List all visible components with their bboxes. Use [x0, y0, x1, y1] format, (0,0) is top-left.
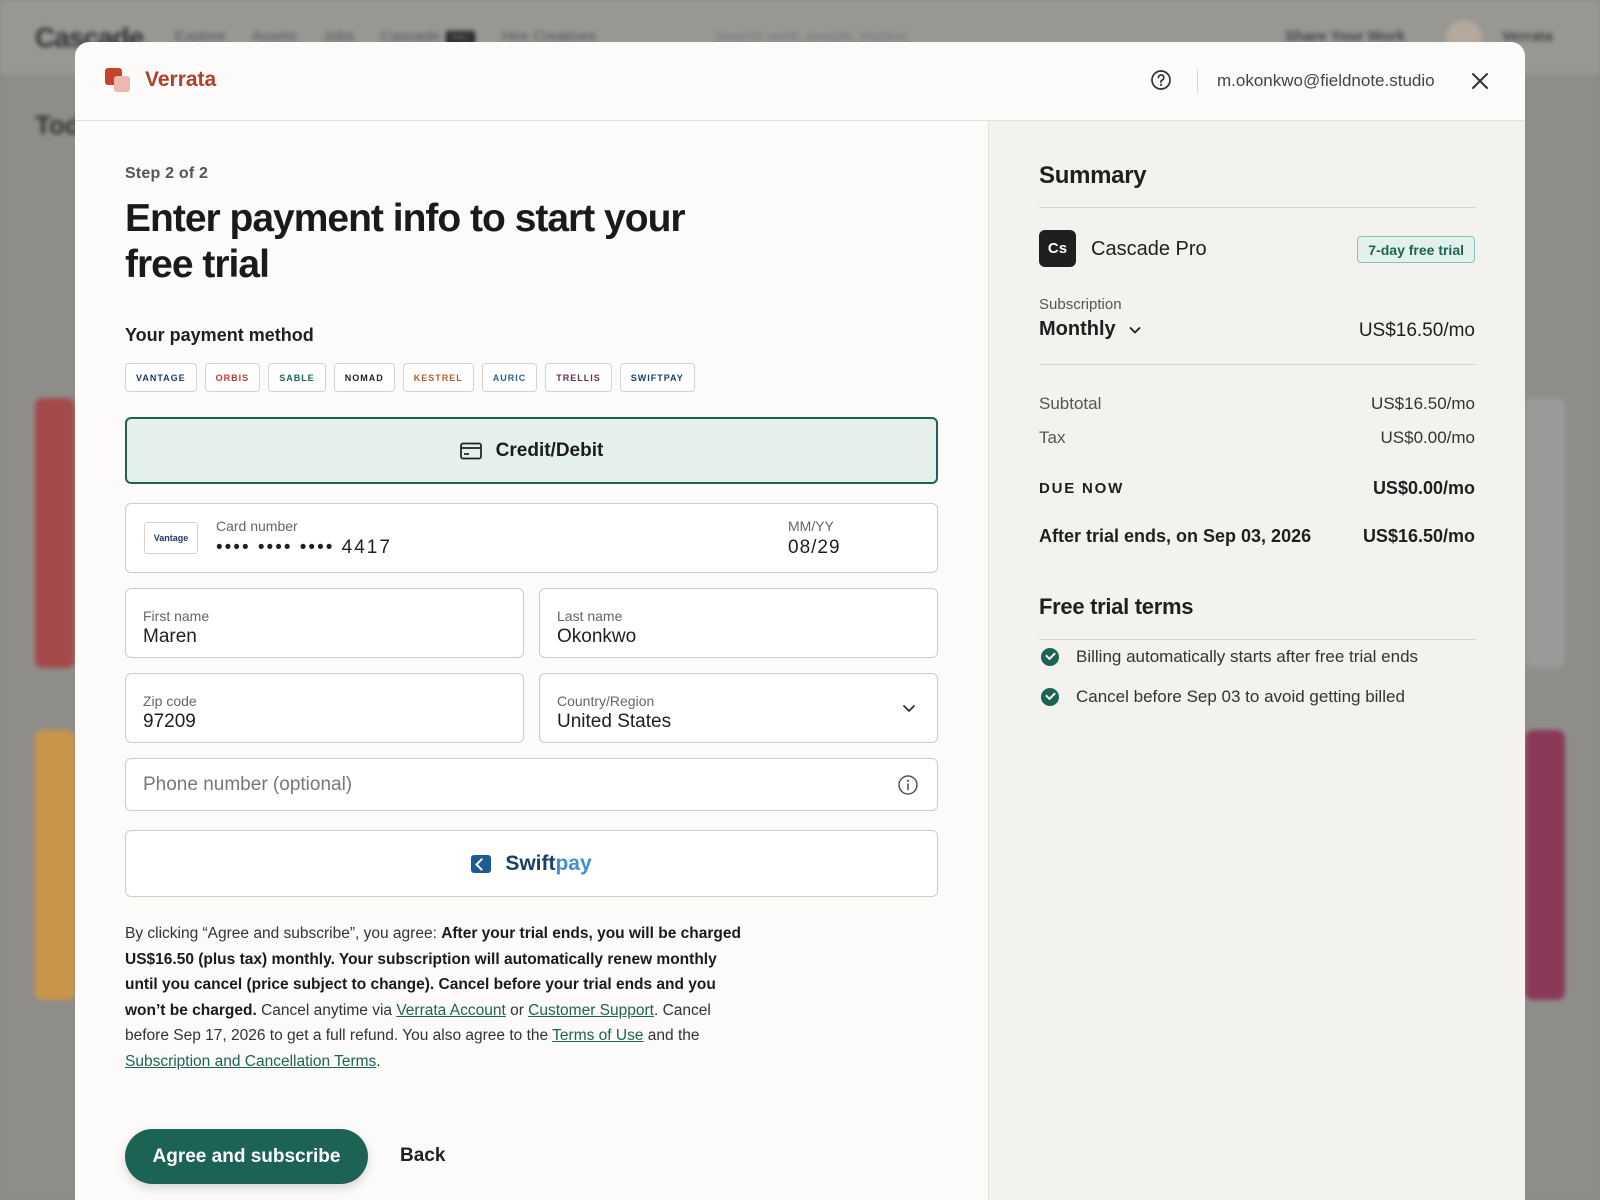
subscription-terms-link[interactable]: Subscription and Cancellation Terms [125, 1053, 376, 1070]
account-email: m.okonkwo@fieldnote.studio [1217, 71, 1435, 90]
summary-divider [1039, 364, 1476, 365]
due-now-label: DUE NOW [1039, 480, 1125, 497]
brand-name: Verrata [145, 68, 217, 91]
chevron-down-icon [903, 705, 915, 712]
zip-code-value: 97209 [143, 711, 196, 732]
subtotal-label: Subtotal [1039, 394, 1102, 413]
back-button[interactable]: Back [400, 1145, 445, 1167]
summary-title: Summary [1039, 162, 1147, 189]
card-brand-logo: NOMAD [333, 363, 395, 392]
background-card [1525, 730, 1565, 1000]
background-card [35, 730, 75, 1000]
phone-number-field[interactable]: Phone number (optional) [125, 758, 938, 811]
card-brand-logo: KESTREL [402, 363, 474, 392]
background-card [1525, 398, 1565, 668]
country-region-label: Country/Region [557, 693, 655, 709]
last-name-label: Last name [557, 608, 623, 624]
first-name-field[interactable]: First name Maren [125, 588, 524, 658]
product-name: Cascade Pro [1091, 238, 1207, 260]
trial-badge: 7-day free trial [1357, 236, 1475, 263]
swiftpay-wordmark: Swiftpay [505, 851, 592, 875]
subscription-select[interactable]: Monthly [1039, 318, 1142, 341]
verrata-account-link[interactable]: Verrata Account [396, 1002, 505, 1019]
due-now-value: US$0.00/mo [1372, 478, 1475, 498]
subscription-price: US$16.50/mo [1358, 320, 1475, 341]
summary-divider [1039, 207, 1476, 208]
card-number-label: Card number [216, 518, 298, 534]
brand: Verrata [105, 68, 216, 92]
free-trial-terms-title: Free trial terms [1039, 594, 1194, 619]
chevron-down-icon [1129, 326, 1141, 333]
tax-value: US$0.00/mo [1380, 428, 1476, 447]
first-name-label: First name [143, 608, 210, 624]
check-circle-icon [1041, 648, 1059, 666]
modal-header: Verrata m.okonkwo@fieldnote.studio [75, 42, 1525, 121]
country-region-value: United States [557, 711, 672, 732]
after-trial-value: US$16.50/mo [1362, 526, 1475, 546]
card-brand-logo: VANTAGE [125, 363, 197, 392]
subtotal-value: US$16.50/mo [1371, 394, 1475, 413]
after-trial-label: After trial ends, on Sep 03, 2026 [1039, 526, 1312, 546]
payment-panel: Step 2 of 2 Enter payment info to start … [75, 121, 988, 1200]
expiry-label: MM/YY [788, 518, 834, 534]
payment-method-label: Your payment method [125, 325, 314, 345]
credit-debit-label: Credit/Debit [495, 439, 604, 461]
product-icon: Cs [1039, 230, 1076, 267]
card-brand-logo: SABLE [268, 363, 326, 392]
terms-of-use-link[interactable]: Terms of Use [552, 1027, 643, 1044]
first-name-value: Maren [143, 626, 197, 647]
background-card [35, 398, 75, 668]
brand-logo-icon [105, 68, 131, 92]
credit-debit-option[interactable]: Credit/Debit [125, 417, 938, 484]
page-title: Enter payment info to start your free tr… [125, 197, 686, 286]
help-circle-icon[interactable] [1150, 69, 1172, 91]
customer-support-link[interactable]: Customer Support [528, 1002, 654, 1019]
info-icon[interactable] [897, 774, 919, 796]
terms-divider [1039, 639, 1476, 640]
trial-term-item: Cancel before Sep 03 to avoid getting bi… [1039, 687, 1405, 707]
step-indicator: Step 2 of 2 [125, 165, 209, 182]
card-brand-logos: VANTAGE ORBIS SABLE NOMAD KESTREL AURIC TRELLI… [125, 363, 695, 392]
expiry-value: 08/29 [788, 537, 841, 558]
zip-code-label: Zip code [143, 693, 197, 709]
card-brand-logo: ORBIS [204, 363, 261, 392]
last-name-value: Okonkwo [557, 626, 637, 647]
swiftpay-logo-icon [471, 854, 492, 873]
subscription-value: Monthly [1039, 318, 1116, 340]
card-number-value: •••• •••• •••• 4417 [216, 537, 392, 558]
checkout-modal: Verrata m.okonkwo@fieldnote.studio Step … [75, 42, 1525, 1200]
trial-term-item: Billing automatically starts after free … [1039, 647, 1418, 667]
summary-panel: Summary Cs Cascade Pro 7-day free trial … [988, 121, 1525, 1200]
card-brand-logo: SWIFTPAY [619, 363, 695, 392]
card-number-field[interactable]: Vantage Card number •••• •••• •••• 4417 … [125, 503, 938, 573]
zip-code-field[interactable]: Zip code 97209 [125, 673, 524, 743]
agree-and-subscribe-button[interactable]: Agree and subscribe [125, 1129, 368, 1184]
legal-agreement-text: By clicking “Agree and subscribe”, you a… [125, 925, 741, 1070]
phone-number-placeholder: Phone number (optional) [143, 774, 353, 795]
subscription-label: Subscription [1039, 296, 1122, 313]
card-brand-logo: AURIC [481, 363, 538, 392]
close-icon[interactable] [1469, 70, 1491, 92]
background-heading: Tod [35, 110, 81, 140]
header-separator [1197, 69, 1198, 93]
card-brand-logo: TRELLIS [545, 363, 612, 392]
card-brand-badge: Vantage [144, 522, 198, 554]
credit-card-icon [459, 442, 482, 459]
country-region-select[interactable]: Country/Region United States [539, 673, 938, 743]
last-name-field[interactable]: Last name Okonkwo [539, 588, 938, 658]
tax-label: Tax [1039, 428, 1066, 447]
swiftpay-button[interactable]: Swiftpay [125, 830, 938, 897]
check-circle-icon [1041, 688, 1059, 706]
